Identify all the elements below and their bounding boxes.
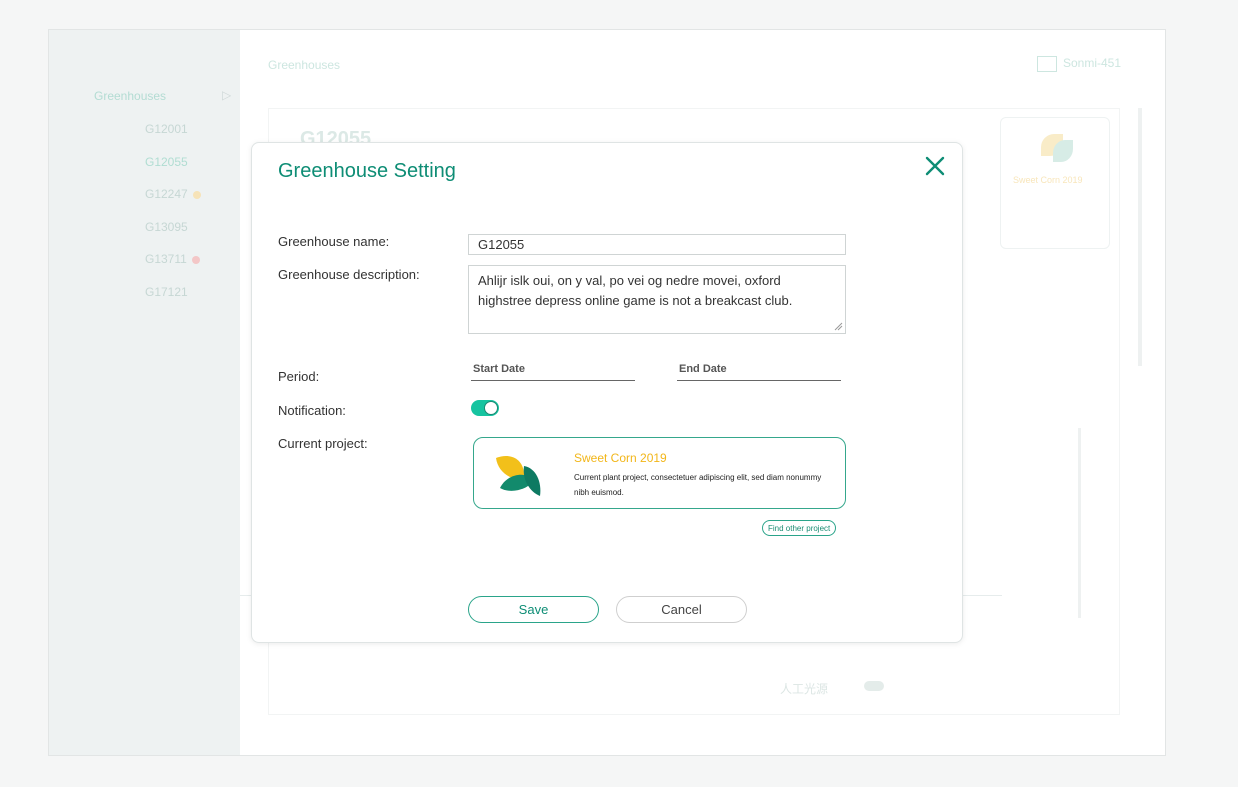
expand-arrow-icon[interactable]: ▷ — [222, 88, 231, 102]
background-project-card: Sweet Corn 2019 — [1000, 117, 1110, 249]
scrollbar[interactable] — [1078, 428, 1081, 618]
sidebar-item-label: G12247 — [145, 187, 188, 201]
sidebar-item-label: G13095 — [145, 220, 188, 234]
current-project-label: Current project: — [278, 436, 368, 451]
sidebar: Greenhouses ▷ G12001 G12055 G12247 G1309… — [49, 30, 240, 755]
sidebar-item-label: G12001 — [145, 122, 188, 136]
background-toggle[interactable] — [864, 681, 884, 691]
description-text: Ahlijr islk oui, on y val, po vei og ned… — [478, 273, 793, 308]
start-date-field[interactable]: Start Date — [471, 363, 635, 381]
error-dot-icon — [191, 255, 200, 264]
scrollbar[interactable] — [1138, 108, 1142, 366]
sidebar-item-label: G17121 — [145, 285, 188, 299]
close-icon[interactable] — [920, 151, 950, 181]
greenhouse-name-label: Greenhouse name: — [278, 234, 390, 249]
warning-dot-icon — [192, 190, 201, 199]
resize-grip-icon[interactable] — [833, 321, 843, 331]
greenhouse-name-input[interactable]: G12055 — [468, 234, 846, 255]
user-badge[interactable]: Sonmi-451 — [1036, 56, 1121, 72]
background-card-title: Sweet Corn 2019 — [1013, 175, 1083, 185]
background-light-label: 人工光源 — [780, 682, 829, 696]
sidebar-item-g12247[interactable]: G12247 — [145, 187, 201, 201]
period-label: Period: — [278, 369, 320, 384]
user-card-icon — [1036, 56, 1057, 72]
toggle-knob — [484, 401, 498, 415]
sidebar-item-g13711[interactable]: G13711 — [145, 252, 200, 266]
cancel-button[interactable]: Cancel — [616, 596, 747, 623]
sidebar-item-label: G12055 — [145, 155, 188, 169]
current-project-card[interactable]: Sweet Corn 2019 Current plant project, c… — [473, 437, 846, 509]
notification-label: Notification: — [278, 403, 346, 418]
corn-leaves-logo-icon — [496, 456, 541, 496]
breadcrumb[interactable]: Greenhouses — [268, 58, 340, 72]
sidebar-item-g17121[interactable]: G17121 — [145, 285, 188, 299]
sidebar-heading[interactable]: Greenhouses — [94, 89, 166, 103]
save-button[interactable]: Save — [468, 596, 599, 623]
user-name: Sonmi-451 — [1062, 56, 1121, 71]
greenhouse-description-label: Greenhouse description: — [278, 267, 420, 282]
greenhouse-setting-dialog: Greenhouse Setting Greenhouse name: G120… — [251, 142, 963, 643]
end-date-field[interactable]: End Date — [677, 363, 841, 381]
leaf-icon — [1053, 140, 1073, 162]
project-description: Current plant project, consectetuer adip… — [574, 473, 822, 497]
greenhouse-description-textarea[interactable]: Ahlijr islk oui, on y val, po vei og ned… — [468, 265, 846, 334]
find-other-project-button[interactable]: Find other project — [762, 520, 837, 536]
notification-toggle[interactable] — [471, 400, 499, 416]
project-title: Sweet Corn 2019 — [574, 451, 667, 465]
sidebar-item-g12055[interactable]: G12055 — [145, 155, 188, 169]
sidebar-item-label: G13711 — [145, 252, 187, 266]
sidebar-item-g12001[interactable]: G12001 — [145, 122, 188, 136]
sidebar-item-g13095[interactable]: G13095 — [145, 220, 188, 234]
dialog-title: Greenhouse Setting — [278, 160, 456, 182]
